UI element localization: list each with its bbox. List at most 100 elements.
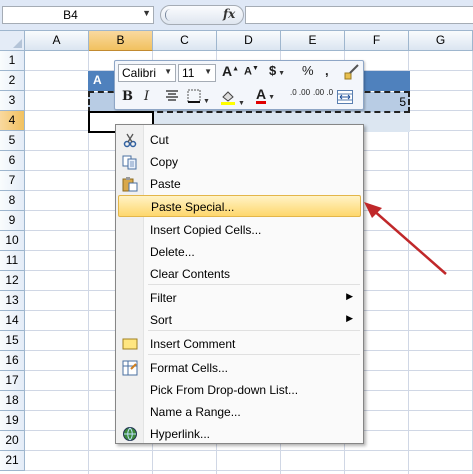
menu-item-label: Insert Comment <box>150 337 236 351</box>
row-header-7[interactable]: 7 <box>0 171 25 191</box>
menu-item-insert-comment[interactable]: Insert Comment <box>118 333 361 355</box>
row-header-4[interactable]: 4 <box>0 111 25 131</box>
submenu-arrow-icon: ▶ <box>346 291 353 301</box>
percent-button[interactable]: % <box>302 63 314 78</box>
formula-input[interactable] <box>245 6 473 24</box>
row-header-17[interactable]: 17 <box>0 371 25 391</box>
row-header-13[interactable]: 13 <box>0 291 25 311</box>
shrink-font-button[interactable]: A▼ <box>244 65 259 78</box>
mini-toolbar: Calibri ▼ 11 ▼ A▲ A▼ $ ▼ % , B I ▼ ▼ A ▼… <box>114 60 364 110</box>
chevron-down-icon: ▼ <box>164 67 172 76</box>
row-header-21[interactable]: 21 <box>0 451 25 471</box>
font-color-icon: A <box>256 86 267 104</box>
row-header-19[interactable]: 19 <box>0 411 25 431</box>
column-header-a[interactable]: A <box>25 31 89 51</box>
menu-item-delete[interactable]: Delete... <box>118 241 361 263</box>
name-box-dropdown-icon[interactable]: ▼ <box>142 8 151 18</box>
menu-item-label: Copy <box>150 155 179 169</box>
row-header-18[interactable]: 18 <box>0 391 25 411</box>
column-header-f[interactable]: F <box>345 31 409 51</box>
scissors-icon <box>122 132 138 148</box>
menu-item-name-a-range[interactable]: Name a Range... <box>118 401 361 423</box>
menu-item-label: Hyperlink... <box>150 427 211 441</box>
column-header-e[interactable]: E <box>281 31 345 51</box>
hyperlink-icon <box>122 426 138 442</box>
decrease-decimal-button[interactable]: .00 .0 <box>313 89 333 97</box>
column-header-d[interactable]: D <box>217 31 281 51</box>
menu-item-clear-contents[interactable]: Clear Contents <box>118 263 361 285</box>
shrink-font-icon: A <box>244 65 252 78</box>
format-painter-icon[interactable] <box>343 63 361 84</box>
paste-icon <box>122 176 138 192</box>
row-header-15[interactable]: 15 <box>0 331 25 351</box>
menu-item-hyperlink[interactable]: Hyperlink... <box>118 423 361 445</box>
comma-button[interactable]: , <box>325 63 329 78</box>
menu-item-sort[interactable]: Sort ▶ <box>118 309 361 331</box>
column-header-b[interactable]: B <box>89 31 153 51</box>
font-color-button[interactable]: A ▼ <box>256 87 275 104</box>
menu-item-label: Filter <box>150 291 177 305</box>
increase-decimal-button[interactable]: .0 .00 <box>290 89 310 97</box>
submenu-arrow-icon: ▶ <box>346 313 353 323</box>
menu-item-label: Sort <box>150 313 173 327</box>
row-header-8[interactable]: 8 <box>0 191 25 211</box>
row-header-16[interactable]: 16 <box>0 351 25 371</box>
menu-item-copy[interactable]: Copy <box>118 151 361 173</box>
insert-function-button[interactable]: fx <box>223 7 235 21</box>
italic-button[interactable]: I <box>144 89 149 104</box>
cell-a2[interactable]: A <box>93 73 102 87</box>
row-header-9[interactable]: 9 <box>0 211 25 231</box>
menu-item-paste-special[interactable]: Paste Special... <box>118 195 361 217</box>
column-header-c[interactable]: C <box>153 31 217 51</box>
borders-button[interactable]: ▼ <box>187 89 210 106</box>
row-header-12[interactable]: 12 <box>0 271 25 291</box>
row-header-5[interactable]: 5 <box>0 131 25 151</box>
annotation-arrow-icon <box>364 202 447 275</box>
font-name-value: Calibri <box>122 66 157 80</box>
grow-font-button[interactable]: A▲ <box>222 63 239 79</box>
center-align-icon[interactable] <box>165 89 179 106</box>
row-header-11[interactable]: 11 <box>0 251 25 271</box>
row-header-6[interactable]: 6 <box>0 151 25 171</box>
currency-button[interactable]: $ ▼ <box>269 63 285 78</box>
select-all-button[interactable] <box>0 31 25 51</box>
menu-item-label: Name a Range... <box>150 405 241 419</box>
menu-item-label: Clear Contents <box>150 267 231 281</box>
comment-icon <box>122 336 138 352</box>
menu-item-label: Pick From Drop-down List... <box>150 383 299 397</box>
menu-item-cut[interactable]: Cut <box>118 129 361 151</box>
font-size-select[interactable]: 11 ▼ <box>178 64 216 82</box>
menu-item-label: Format Cells... <box>150 361 229 375</box>
menu-item-filter[interactable]: Filter ▶ <box>118 287 361 309</box>
row-header-20[interactable]: 20 <box>0 431 25 451</box>
row-header-1[interactable]: 1 <box>0 51 25 71</box>
column-header-g[interactable]: G <box>409 31 473 51</box>
font-name-select[interactable]: Calibri ▼ <box>118 64 176 82</box>
formula-bar-controls: fx <box>160 5 244 25</box>
menu-item-insert-copied-cells[interactable]: Insert Copied Cells... <box>118 219 361 241</box>
font-size-value: 11 <box>182 66 195 80</box>
menu-item-label: Cut <box>150 133 169 147</box>
menu-item-format-cells[interactable]: Format Cells... <box>118 357 361 379</box>
chevron-down-icon: ▼ <box>204 67 212 76</box>
name-box-value: B4 <box>63 8 78 22</box>
menu-item-label: Paste <box>150 177 181 191</box>
grow-font-icon: A <box>222 63 233 79</box>
formula-bar-grip-icon[interactable] <box>165 9 176 21</box>
name-box[interactable]: B4 ▼ <box>2 6 154 24</box>
formula-bar: B4 ▼ fx <box>0 0 473 31</box>
menu-item-label: Delete... <box>150 245 195 259</box>
select-all-triangle-icon <box>13 39 22 48</box>
menu-item-label: Paste Special... <box>151 200 235 214</box>
bold-button[interactable]: B <box>122 89 133 104</box>
row-header-10[interactable]: 10 <box>0 231 25 251</box>
format-cells-icon <box>122 360 138 376</box>
menu-item-paste[interactable]: Paste <box>118 173 361 195</box>
menu-item-pick-from-drop-down-list[interactable]: Pick From Drop-down List... <box>118 379 361 401</box>
fill-color-button[interactable]: ▼ <box>220 89 245 108</box>
merge-center-icon[interactable] <box>337 90 353 107</box>
row-header-14[interactable]: 14 <box>0 311 25 331</box>
row-header-3[interactable]: 3 <box>0 91 25 111</box>
row-header-2[interactable]: 2 <box>0 71 25 91</box>
context-menu: Cut Copy Paste Paste Special... Insert Copie… <box>115 124 364 444</box>
